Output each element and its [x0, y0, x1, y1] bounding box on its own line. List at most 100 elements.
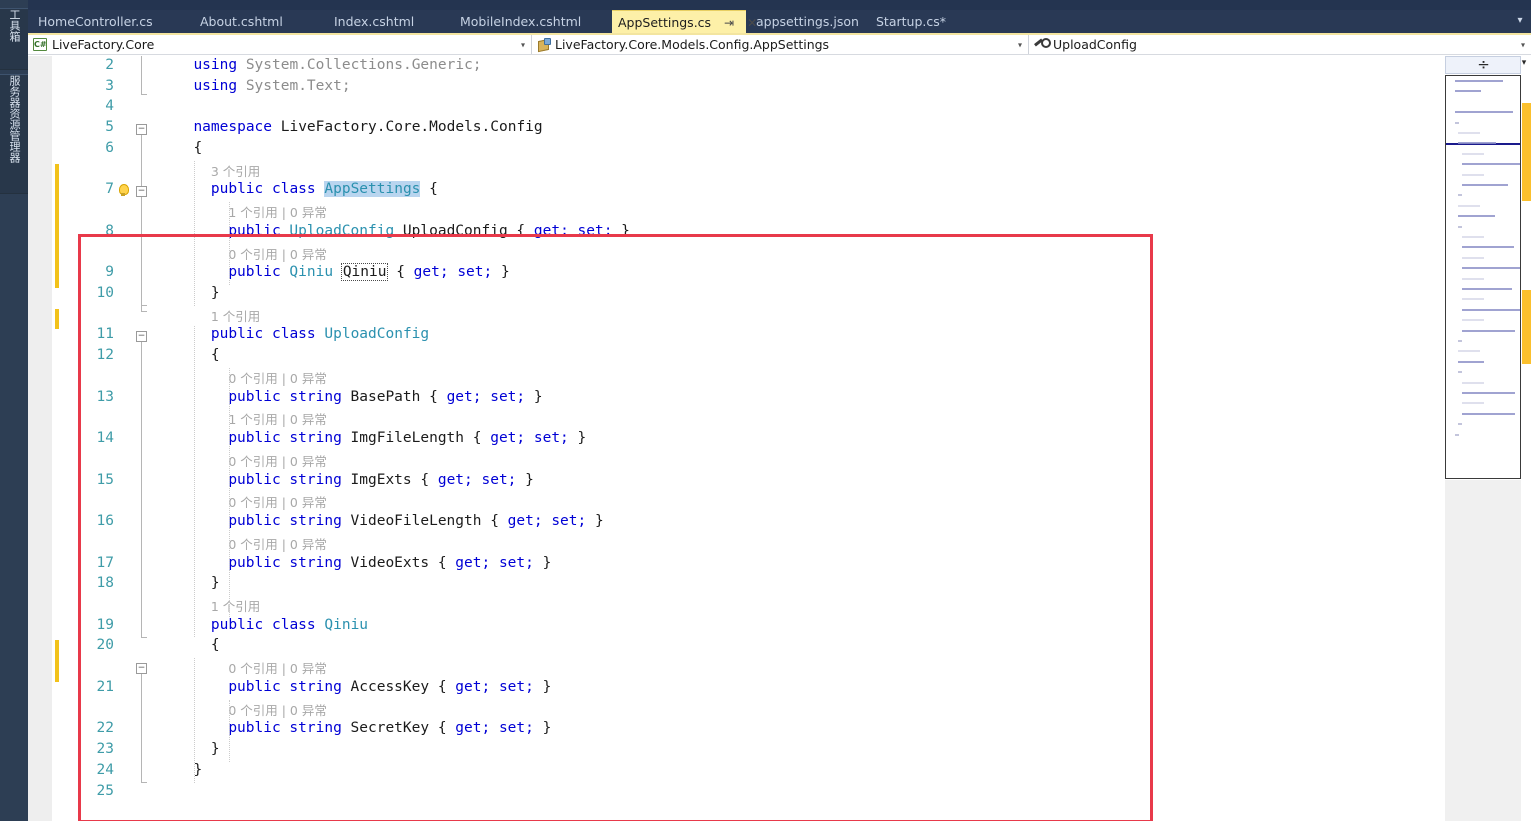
chevron-down-icon[interactable]: ▾: [1018, 40, 1022, 49]
code-token: {: [387, 264, 414, 281]
indent-guide: [194, 160, 195, 306]
indent-guide: [194, 326, 195, 638]
codelens-reference-label[interactable]: 0 个引用 | 0 异常: [228, 244, 327, 263]
chevron-down-icon[interactable]: ▾: [1521, 40, 1525, 49]
code-text[interactable]: namespace LiveFactory.Core.Models.Config: [193, 119, 542, 135]
minimap-code-line: [1461, 392, 1516, 394]
codelens-reference-label[interactable]: 1 个引用 | 0 异常: [228, 409, 327, 428]
code-text[interactable]: {: [211, 637, 220, 653]
codelens-reference-label[interactable]: 1 个引用: [211, 306, 260, 325]
code-token: AppSettings: [324, 181, 421, 198]
code-navigation-bar: C# LiveFactory.Core ▾ LiveFactory.Core.M…: [28, 33, 1531, 55]
class-icon: [537, 38, 551, 51]
minimap-preview[interactable]: [1445, 75, 1521, 479]
line-number: 25: [96, 782, 114, 799]
chevron-down-icon[interactable]: ▾: [1513, 14, 1527, 28]
code-token: get; set;: [446, 388, 526, 405]
codelens-reference-label[interactable]: 3 个引用: [211, 161, 260, 180]
codelens-reference-label[interactable]: 1 个引用 | 0 异常: [228, 202, 327, 221]
dock-item-toolbox[interactable]: 工具箱: [0, 8, 28, 70]
code-token: VideoFileLength {: [350, 513, 508, 530]
code-token: }: [210, 741, 220, 758]
code-text[interactable]: {: [193, 140, 202, 156]
tab-app-settings-cs[interactable]: AppSettings.cs ⇥ ✕: [612, 10, 757, 35]
code-text[interactable]: public string ImgFileLength { get; set; …: [228, 430, 586, 446]
minimap-codelens-line: [1461, 381, 1484, 384]
code-line: 8 public UploadConfig UploadConfig { get;…: [28, 223, 1443, 244]
code-line: 24}: [28, 762, 1443, 783]
tab-home-controller-cs[interactable]: HomeController.cs: [32, 10, 159, 33]
codelens-reference-label[interactable]: 0 个引用 | 0 异常: [228, 492, 327, 511]
fold-guide-end: [141, 311, 147, 313]
minimap-code-line: [1455, 121, 1460, 124]
code-text[interactable]: public UploadConfig UploadConfig { get; …: [228, 223, 630, 239]
code-token: get; set;: [507, 513, 587, 530]
chevron-down-icon[interactable]: ▾: [1517, 56, 1531, 68]
tab-label: Index.cshtml: [334, 14, 415, 29]
pin-icon[interactable]: ⇥: [724, 12, 734, 35]
dock-item-toolbox-label: 工具箱: [8, 9, 21, 42]
tab-appsettings-json[interactable]: appsettings.json: [750, 10, 865, 33]
line-number: 4: [105, 98, 114, 115]
code-text[interactable]: }: [211, 575, 220, 591]
code-text[interactable]: public class Qiniu: [211, 617, 368, 633]
code-line: 16 public string VideoFileLength { get; s…: [28, 513, 1443, 534]
navbar-type-dropdown[interactable]: LiveFactory.Core.Models.Config.AppSettin…: [532, 35, 1029, 54]
code-token: public string: [228, 471, 351, 488]
codelens-reference-label[interactable]: 0 个引用 | 0 异常: [228, 658, 327, 677]
codelens-reference-label[interactable]: 1 个引用: [211, 596, 260, 615]
code-text[interactable]: {: [211, 347, 220, 363]
code-text[interactable]: }: [211, 741, 220, 757]
navbar-project-dropdown[interactable]: C# LiveFactory.Core ▾: [28, 35, 532, 54]
code-text[interactable]: public string VideoExts { get; set; }: [228, 555, 551, 571]
dock-item-server-explorer[interactable]: 服务器资源管理器: [0, 74, 28, 194]
line-number: 15: [96, 471, 114, 488]
line-number: 12: [96, 347, 114, 364]
minimap-code-line: [1461, 308, 1520, 311]
code-token: public: [228, 264, 290, 281]
editor-splitter-handle[interactable]: ÷: [1445, 56, 1521, 74]
minimap-codelens-line: [1461, 277, 1484, 280]
code-fold-toggle[interactable]: −: [136, 331, 147, 343]
tab-mobile-index-cshtml[interactable]: MobileIndex.cshtml: [454, 10, 587, 33]
minimap-codelens-line: [1461, 319, 1484, 322]
code-editor[interactable]: 2 using System.Collections.Generic; 3 using…: [28, 56, 1443, 821]
code-text[interactable]: public string VideoFileLength { get; set…: [228, 513, 603, 529]
code-text[interactable]: using System.Collections.Generic;: [193, 57, 481, 73]
tab-startup-cs[interactable]: Startup.cs*: [870, 10, 952, 33]
code-token: using: [193, 77, 238, 94]
code-line: 2 using System.Collections.Generic;: [28, 57, 1443, 78]
line-number: 2: [105, 57, 114, 73]
minimap-code-line: [1458, 340, 1463, 342]
lightbulb-icon[interactable]: [116, 184, 130, 198]
vertical-scrollbar-track[interactable]: [1522, 75, 1531, 479]
code-text[interactable]: public Qiniu Qiniu { get; set; }: [228, 263, 510, 282]
minimap-code-line: [1461, 267, 1520, 270]
code-text[interactable]: public string SecretKey { get; set; }: [228, 720, 551, 736]
codelens-reference-label[interactable]: 0 个引用 | 0 异常: [228, 534, 327, 553]
codelens-reference-label[interactable]: 0 个引用 | 0 异常: [228, 451, 327, 470]
code-text[interactable]: public string ImgExts { get; set; }: [228, 472, 534, 488]
tab-about-cshtml[interactable]: About.cshtml: [194, 10, 289, 33]
code-fold-toggle[interactable]: −: [136, 186, 147, 198]
code-token: public string: [228, 554, 351, 571]
code-text[interactable]: public class AppSettings {: [211, 181, 438, 198]
code-text[interactable]: using System.Text;: [193, 78, 350, 94]
code-text[interactable]: public string BasePath { get; set; }: [228, 389, 542, 405]
code-text[interactable]: public class UploadConfig: [211, 326, 429, 342]
chevron-down-icon[interactable]: ▾: [521, 40, 525, 49]
code-fold-toggle[interactable]: −: [136, 124, 147, 136]
tab-index-cshtml[interactable]: Index.cshtml: [328, 10, 420, 33]
codelens-reference-label[interactable]: 0 个引用 | 0 异常: [228, 700, 327, 719]
codelens-reference-label[interactable]: 0 个引用 | 0 异常: [228, 368, 327, 387]
minimap-panel[interactable]: ÷ ▾: [1443, 56, 1531, 821]
navbar-member-dropdown[interactable]: UploadConfig ▾: [1029, 35, 1531, 54]
code-fold-toggle[interactable]: −: [136, 663, 147, 675]
navbar-project-label: LiveFactory.Core: [52, 37, 155, 52]
minimap-codelens-line: [1461, 236, 1484, 238]
code-token: }: [210, 575, 220, 592]
code-text[interactable]: public string AccessKey { get; set; }: [228, 679, 551, 695]
code-text[interactable]: }: [211, 285, 220, 301]
minimap-code-line: [1461, 184, 1508, 186]
minimap-code-line: [1461, 412, 1516, 415]
